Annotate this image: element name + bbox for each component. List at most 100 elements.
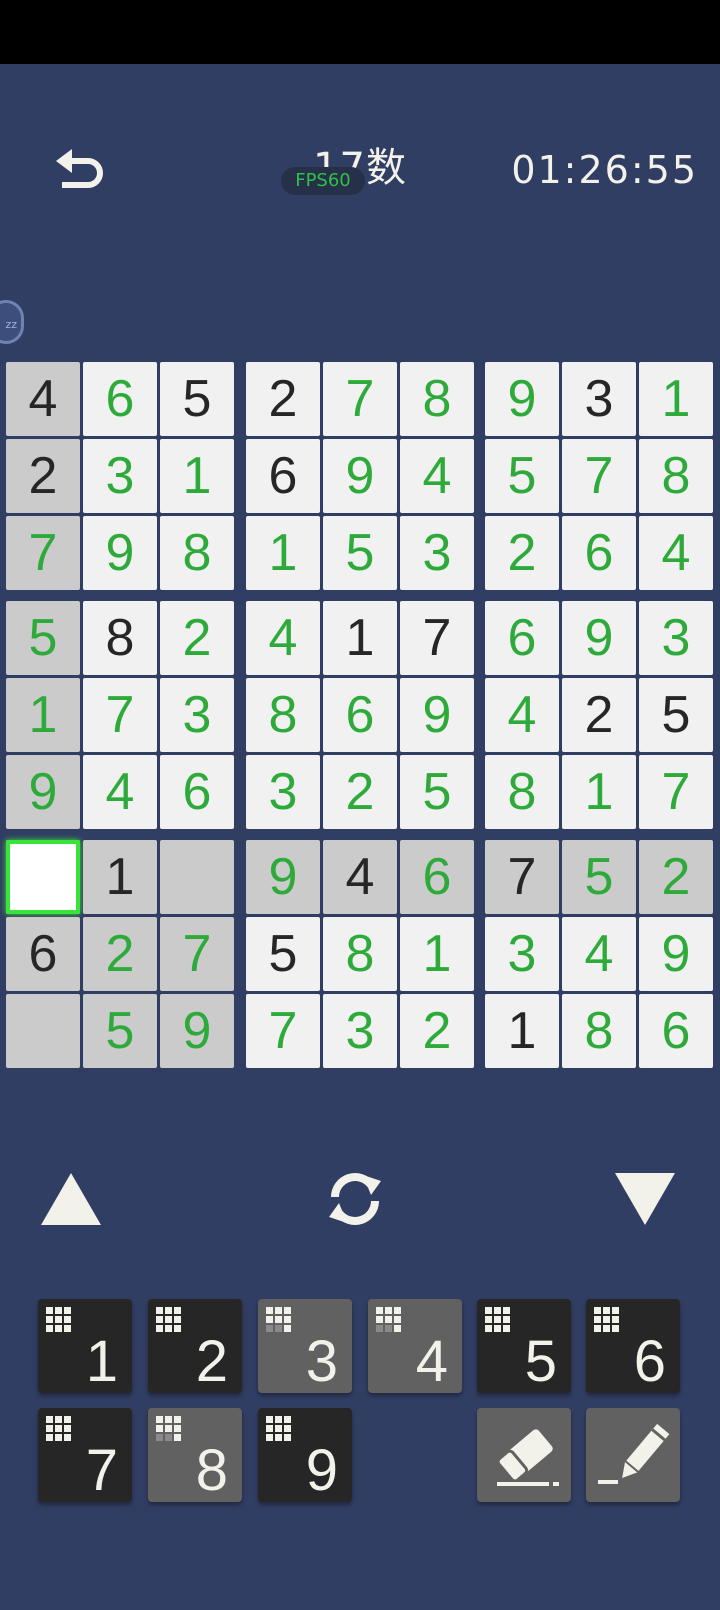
cell-r5c1[interactable]: 1 (6, 678, 80, 752)
cell-r7c1[interactable] (6, 840, 80, 914)
cell-r6c4[interactable]: 3 (246, 755, 320, 829)
number-key-9[interactable]: 9 (258, 1408, 352, 1502)
cell-r4c8[interactable]: 9 (562, 601, 636, 675)
cell-r4c6[interactable]: 7 (400, 601, 474, 675)
cell-r2c3[interactable]: 1 (160, 439, 234, 513)
cell-r6c6[interactable]: 5 (400, 755, 474, 829)
redo-button[interactable] (612, 1168, 678, 1230)
cell-r4c1[interactable]: 5 (6, 601, 80, 675)
cell-r2c5[interactable]: 9 (323, 439, 397, 513)
cell-r9c1[interactable] (6, 994, 80, 1068)
cell-r6c3[interactable]: 6 (160, 755, 234, 829)
cell-r4c2[interactable]: 8 (83, 601, 157, 675)
cell-r7c5[interactable]: 4 (323, 840, 397, 914)
cell-r9c9[interactable]: 6 (639, 994, 713, 1068)
cell-r6c5[interactable]: 2 (323, 755, 397, 829)
cell-r5c9[interactable]: 5 (639, 678, 713, 752)
grid-icon (266, 1416, 291, 1441)
cell-r8c9[interactable]: 9 (639, 917, 713, 991)
cell-r1c4[interactable]: 2 (246, 362, 320, 436)
cell-r6c2[interactable]: 4 (83, 755, 157, 829)
cell-r8c5[interactable]: 8 (323, 917, 397, 991)
eraser-button[interactable] (477, 1408, 571, 1502)
cell-r3c9[interactable]: 4 (639, 516, 713, 590)
number-key-6[interactable]: 6 (586, 1299, 680, 1393)
cell-r5c6[interactable]: 9 (400, 678, 474, 752)
cell-r9c6[interactable]: 2 (400, 994, 474, 1068)
cell-r9c8[interactable]: 8 (562, 994, 636, 1068)
cell-r6c9[interactable]: 7 (639, 755, 713, 829)
cell-r3c4[interactable]: 1 (246, 516, 320, 590)
cell-r8c4[interactable]: 5 (246, 917, 320, 991)
cell-r1c9[interactable]: 1 (639, 362, 713, 436)
cell-r3c3[interactable]: 8 (160, 516, 234, 590)
cell-r9c5[interactable]: 3 (323, 994, 397, 1068)
cell-r1c3[interactable]: 5 (160, 362, 234, 436)
cell-r3c2[interactable]: 9 (83, 516, 157, 590)
cell-r8c8[interactable]: 4 (562, 917, 636, 991)
cell-r2c4[interactable]: 6 (246, 439, 320, 513)
cell-r2c2[interactable]: 3 (83, 439, 157, 513)
undo-button[interactable] (38, 1168, 104, 1230)
grid-icon (266, 1307, 291, 1332)
cell-r4c5[interactable]: 1 (323, 601, 397, 675)
number-key-5[interactable]: 5 (477, 1299, 571, 1393)
cell-r8c7[interactable]: 3 (485, 917, 559, 991)
cell-r7c7[interactable]: 7 (485, 840, 559, 914)
cell-r8c6[interactable]: 1 (400, 917, 474, 991)
cell-r2c1[interactable]: 2 (6, 439, 80, 513)
cell-r5c2[interactable]: 7 (83, 678, 157, 752)
cell-r5c5[interactable]: 6 (323, 678, 397, 752)
cell-r2c7[interactable]: 5 (485, 439, 559, 513)
cell-r1c7[interactable]: 9 (485, 362, 559, 436)
pencil-button[interactable] (586, 1408, 680, 1502)
cell-r7c4[interactable]: 9 (246, 840, 320, 914)
grid-icon (156, 1307, 181, 1332)
cell-r3c5[interactable]: 5 (323, 516, 397, 590)
number-key-3[interactable]: 3 (258, 1299, 352, 1393)
cell-r4c4[interactable]: 4 (246, 601, 320, 675)
cell-r5c8[interactable]: 2 (562, 678, 636, 752)
cell-r1c5[interactable]: 7 (323, 362, 397, 436)
cell-r8c1[interactable]: 6 (6, 917, 80, 991)
number-key-8[interactable]: 8 (148, 1408, 242, 1502)
cell-r3c1[interactable]: 7 (6, 516, 80, 590)
cell-r9c4[interactable]: 7 (246, 994, 320, 1068)
cell-r2c8[interactable]: 7 (562, 439, 636, 513)
cell-r7c6[interactable]: 6 (400, 840, 474, 914)
refresh-cycle-icon (329, 1173, 381, 1225)
cell-r3c8[interactable]: 6 (562, 516, 636, 590)
cell-r9c3[interactable]: 9 (160, 994, 234, 1068)
cell-r2c9[interactable]: 8 (639, 439, 713, 513)
refresh-button[interactable] (322, 1166, 388, 1232)
cell-r9c2[interactable]: 5 (83, 994, 157, 1068)
cell-r5c7[interactable]: 4 (485, 678, 559, 752)
cell-r1c2[interactable]: 6 (83, 362, 157, 436)
cell-r5c3[interactable]: 3 (160, 678, 234, 752)
cell-r8c3[interactable]: 7 (160, 917, 234, 991)
cell-r7c3[interactable] (160, 840, 234, 914)
cell-r4c9[interactable]: 3 (639, 601, 713, 675)
number-key-label: 3 (305, 1329, 338, 1394)
cell-r7c9[interactable]: 2 (639, 840, 713, 914)
cell-r4c7[interactable]: 6 (485, 601, 559, 675)
cell-r1c8[interactable]: 3 (562, 362, 636, 436)
cell-r3c7[interactable]: 2 (485, 516, 559, 590)
cell-r1c6[interactable]: 8 (400, 362, 474, 436)
cell-r9c7[interactable]: 1 (485, 994, 559, 1068)
cell-r6c1[interactable]: 9 (6, 755, 80, 829)
number-key-2[interactable]: 2 (148, 1299, 242, 1393)
cell-r8c2[interactable]: 2 (83, 917, 157, 991)
number-key-1[interactable]: 1 (38, 1299, 132, 1393)
cell-r5c4[interactable]: 8 (246, 678, 320, 752)
cell-r6c8[interactable]: 1 (562, 755, 636, 829)
number-key-7[interactable]: 7 (38, 1408, 132, 1502)
cell-r1c1[interactable]: 4 (6, 362, 80, 436)
cell-r6c7[interactable]: 8 (485, 755, 559, 829)
cell-r2c6[interactable]: 4 (400, 439, 474, 513)
cell-r7c2[interactable]: 1 (83, 840, 157, 914)
cell-r4c3[interactable]: 2 (160, 601, 234, 675)
cell-r7c8[interactable]: 5 (562, 840, 636, 914)
cell-r3c6[interactable]: 3 (400, 516, 474, 590)
number-key-4[interactable]: 4 (368, 1299, 462, 1393)
